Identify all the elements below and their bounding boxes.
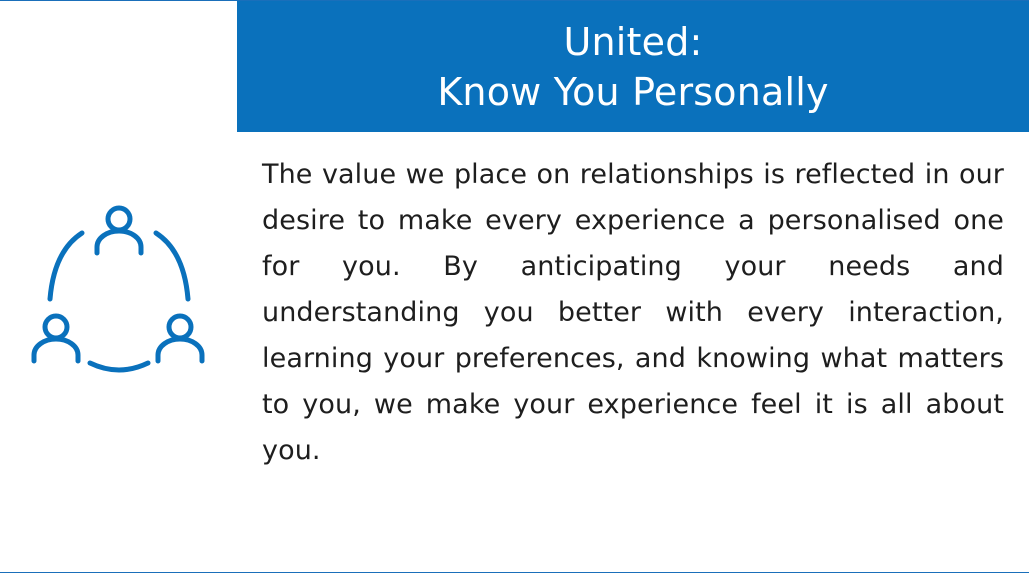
info-card: United: Know You Personally The value we… <box>0 0 1029 573</box>
title-banner: United: Know You Personally <box>237 1 1029 132</box>
title-line-1: United: <box>563 19 703 64</box>
people-circle-icon <box>28 201 210 373</box>
description-paragraph: The value we place on relationships is r… <box>262 159 1004 466</box>
title-line-2: Know You Personally <box>437 69 829 114</box>
